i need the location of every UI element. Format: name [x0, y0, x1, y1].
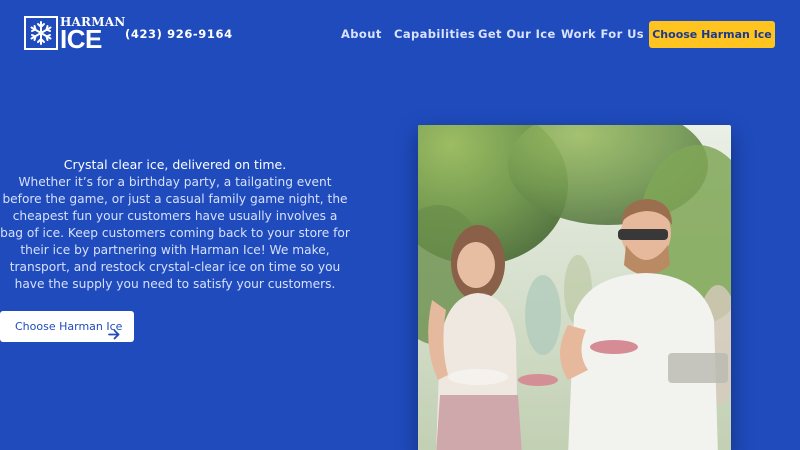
site-header: HARMAN ICE (423) 926-9164 About Capabili…	[0, 0, 800, 70]
nav-capabilities[interactable]: Capabilities	[394, 27, 475, 41]
phone-link[interactable]: (423) 926-9164	[125, 27, 233, 41]
hero-tagline: Crystal clear ice, delivered on time.	[63, 157, 287, 172]
hero-cta-button[interactable]: Choose Harman Ice	[0, 311, 134, 342]
arrow-right-icon	[108, 321, 120, 352]
hero-body-text: Whether it’s for a birthday party, a tai…	[0, 175, 350, 291]
snowflake-icon	[24, 16, 58, 50]
nav-about[interactable]: About	[341, 27, 382, 41]
hero-photo	[418, 125, 731, 450]
logo[interactable]: HARMAN ICE	[24, 15, 125, 54]
header-cta-button[interactable]: Choose Harman Ice	[649, 21, 775, 48]
nav-get-our-ice[interactable]: Get Our Ice	[478, 27, 556, 41]
nav-work-for-us[interactable]: Work For Us	[561, 27, 644, 41]
logo-wordmark-bottom: ICE	[60, 24, 102, 54]
hero-cta-label: Choose Harman Ice	[15, 320, 123, 333]
